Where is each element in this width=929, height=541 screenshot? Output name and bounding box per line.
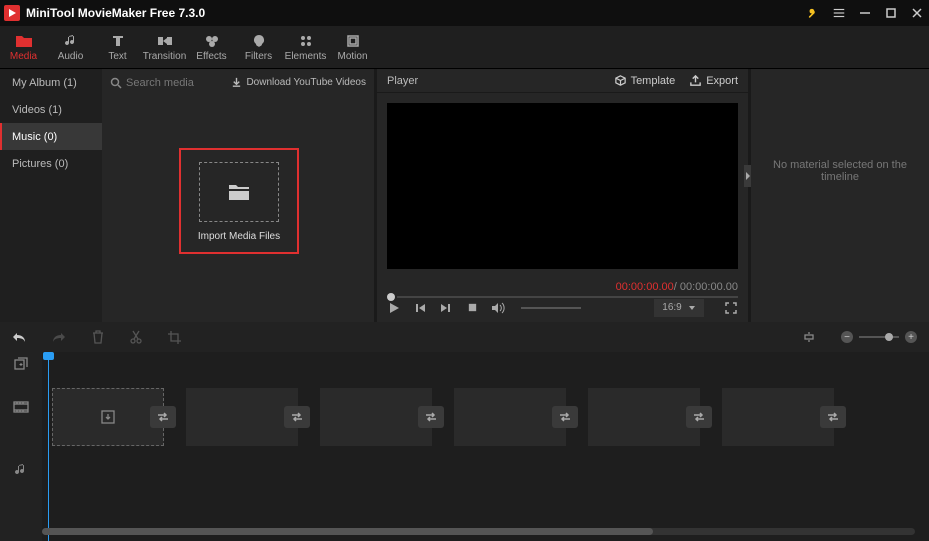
total-time: 00:00:00.00: [680, 281, 738, 293]
clip-placeholder[interactable]: [52, 388, 164, 446]
video-preview[interactable]: [387, 103, 738, 269]
effects-icon: [205, 33, 219, 49]
video-track-icon: [0, 375, 42, 438]
minimize-button[interactable]: [857, 5, 873, 21]
tab-motion[interactable]: Motion: [329, 26, 376, 68]
timeline-scrollbar[interactable]: [42, 528, 915, 535]
sidebar-item-pictures[interactable]: Pictures (0): [0, 150, 102, 177]
collapse-handle[interactable]: [744, 165, 751, 187]
media-pane: Search media Download YouTube Videos Imp…: [102, 69, 374, 322]
timeline-ruler[interactable]: [42, 352, 929, 375]
template-icon: [614, 74, 627, 87]
elements-icon: [299, 33, 313, 49]
clip-placeholder[interactable]: [186, 388, 298, 446]
audio-track[interactable]: [42, 448, 929, 511]
app-title: MiniTool MovieMaker Free 7.3.0: [26, 6, 805, 20]
download-youtube-button[interactable]: Download YouTube Videos: [231, 77, 366, 88]
transition-slot[interactable]: [418, 406, 444, 428]
clip-placeholder[interactable]: [722, 388, 834, 446]
timeline[interactable]: [0, 352, 929, 541]
folder-icon: [228, 183, 250, 201]
media-sidebar: My Album (1) Videos (1) Music (0) Pictur…: [0, 69, 102, 322]
redo-button[interactable]: [52, 331, 66, 343]
tab-text[interactable]: Text: [94, 26, 141, 68]
audio-track-icon: [0, 438, 42, 501]
tab-elements[interactable]: Elements: [282, 26, 329, 68]
filters-icon: [252, 33, 266, 49]
play-button[interactable]: [387, 301, 401, 315]
video-track[interactable]: [42, 385, 929, 448]
fullscreen-button[interactable]: [724, 301, 738, 315]
undo-button[interactable]: [12, 331, 26, 343]
tab-media[interactable]: Media: [0, 26, 47, 68]
chevron-right-icon: [745, 172, 751, 180]
app-logo: [4, 5, 20, 21]
auto-fit-button[interactable]: [803, 331, 815, 343]
aspect-ratio-select[interactable]: 16:9: [654, 299, 704, 317]
search-input[interactable]: Search media: [110, 77, 227, 89]
clip-placeholder[interactable]: [320, 388, 432, 446]
music-icon: [64, 33, 78, 49]
import-label: Import Media Files: [181, 231, 297, 242]
search-icon: [110, 77, 122, 89]
clip-placeholder[interactable]: [454, 388, 566, 446]
current-time: 00:00:00.00: [616, 281, 674, 293]
export-button[interactable]: Export: [689, 74, 738, 87]
split-button[interactable]: [130, 330, 142, 344]
template-button[interactable]: Template: [614, 74, 676, 87]
import-media-button[interactable]: Import Media Files: [179, 148, 299, 254]
transition-slot[interactable]: [150, 406, 176, 428]
transition-slot[interactable]: [686, 406, 712, 428]
crop-button[interactable]: [168, 331, 181, 344]
volume-slider[interactable]: [521, 307, 581, 309]
maximize-button[interactable]: [883, 5, 899, 21]
tab-effects[interactable]: Effects: [188, 26, 235, 68]
prev-frame-button[interactable]: [413, 301, 427, 315]
next-frame-button[interactable]: [439, 301, 453, 315]
transition-icon: [157, 33, 173, 49]
chevron-down-icon: [688, 304, 696, 312]
transition-slot[interactable]: [552, 406, 578, 428]
transition-slot[interactable]: [820, 406, 846, 428]
volume-button[interactable]: [491, 301, 505, 315]
zoom-out-button[interactable]: −: [841, 331, 853, 343]
tab-transition[interactable]: Transition: [141, 26, 188, 68]
tab-filters[interactable]: Filters: [235, 26, 282, 68]
download-icon: [231, 77, 242, 88]
sidebar-item-videos[interactable]: Videos (1): [0, 96, 102, 123]
no-selection-message: No material selected on the timeline: [751, 159, 929, 183]
text-icon: [111, 33, 125, 49]
zoom-slider[interactable]: [859, 336, 899, 338]
sidebar-item-my-album[interactable]: My Album (1): [0, 69, 102, 96]
add-track-button[interactable]: [0, 352, 42, 375]
close-button[interactable]: [909, 5, 925, 21]
stop-button[interactable]: [465, 301, 479, 315]
tab-audio[interactable]: Audio: [47, 26, 94, 68]
delete-button[interactable]: [92, 330, 104, 344]
swap-icon: [156, 411, 170, 423]
properties-pane: No material selected on the timeline: [751, 69, 929, 322]
transition-slot[interactable]: [284, 406, 310, 428]
key-icon[interactable]: [805, 5, 821, 21]
hamburger-icon[interactable]: [831, 5, 847, 21]
folder-icon: [15, 33, 33, 49]
main-toolbar: Media Audio Text Transition Effects Filt…: [0, 26, 929, 69]
player-title: Player: [387, 75, 600, 87]
clip-placeholder[interactable]: [588, 388, 700, 446]
motion-icon: [346, 33, 360, 49]
download-icon: [100, 409, 116, 425]
export-icon: [689, 74, 702, 87]
player-pane: Player Template Export 00:00:00.00 / 00:…: [377, 69, 748, 322]
timeline-toolbar: − +: [0, 322, 929, 352]
sidebar-item-music[interactable]: Music (0): [0, 123, 102, 150]
zoom-in-button[interactable]: +: [905, 331, 917, 343]
